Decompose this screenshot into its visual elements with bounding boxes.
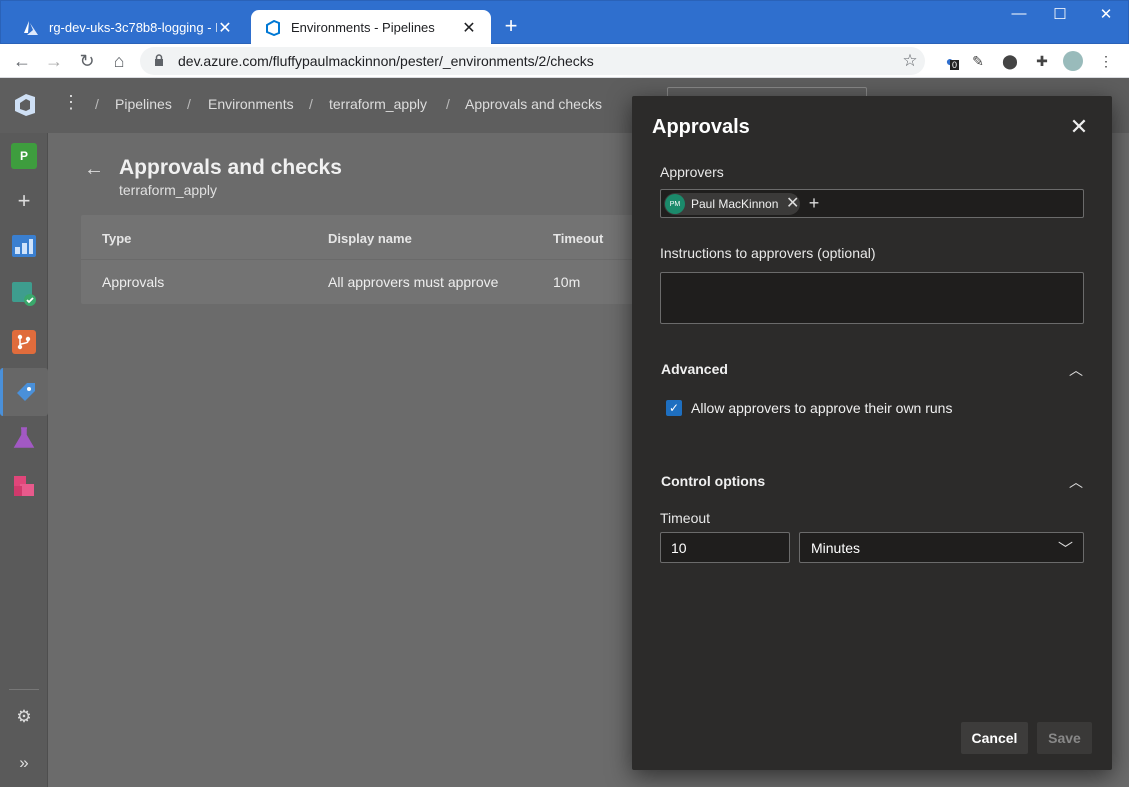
breadcrumb-environments[interactable]: Environments xyxy=(208,96,294,112)
back-icon[interactable]: ← xyxy=(10,49,34,73)
breadcrumb-separator: / xyxy=(187,96,191,112)
extension-icon[interactable]: ●0 xyxy=(938,51,962,71)
gear-icon[interactable]: ⚙ xyxy=(11,704,37,730)
header-divider xyxy=(81,259,681,260)
instructions-label: Instructions to approvers (optional) xyxy=(660,245,876,261)
save-button[interactable]: Save xyxy=(1037,722,1092,754)
cell-type: Approvals xyxy=(102,274,165,290)
timeout-unit-select[interactable]: Minutes ﹀ xyxy=(799,532,1084,563)
azure-portal-icon xyxy=(23,20,39,36)
chevron-down-icon: ﹀ xyxy=(1057,541,1073,558)
reload-icon[interactable]: ↻ xyxy=(75,49,99,73)
pen-extension-icon[interactable]: ✎ xyxy=(968,51,988,71)
azure-devops-icon xyxy=(265,19,281,36)
approver-chip: PM Paul MacKinnon ✕ xyxy=(664,193,800,215)
remove-approver-icon[interactable]: ✕ xyxy=(786,194,799,214)
boards-icon[interactable] xyxy=(11,281,37,307)
test-plans-icon[interactable] xyxy=(11,425,37,451)
page-subtitle: terraform_apply xyxy=(119,182,218,198)
advanced-section-header[interactable]: Advanced xyxy=(661,361,728,377)
approvers-picker[interactable]: PM Paul MacKinnon ✕ + xyxy=(660,189,1084,218)
bookmark-star-icon[interactable]: ☆ xyxy=(895,51,925,71)
chevron-up-icon[interactable]: ︿ xyxy=(1068,472,1084,492)
control-options-section-header[interactable]: Control options xyxy=(661,473,765,489)
new-tab-button[interactable]: + xyxy=(499,14,523,38)
browser-menu-icon[interactable]: ⋮ xyxy=(1096,51,1116,71)
chevron-up-icon[interactable]: ︿ xyxy=(1068,360,1084,380)
instructions-textarea[interactable] xyxy=(660,272,1084,324)
close-window-icon[interactable]: ✕ xyxy=(1091,5,1121,23)
back-arrow-icon[interactable]: ← xyxy=(84,158,104,181)
panel-title: Approvals xyxy=(652,116,750,138)
column-header-timeout[interactable]: Timeout xyxy=(553,231,603,246)
left-navigation-rail: P + ⚙ » xyxy=(0,133,48,787)
tab-title: rg-dev-uks-3c78b8-logging - Mi xyxy=(49,20,217,35)
allow-self-approve-label[interactable]: Allow approvers to approve their own run… xyxy=(691,400,952,416)
lock-icon xyxy=(154,53,168,69)
extension-badge: 0 xyxy=(950,60,960,70)
allow-self-approve-checkbox[interactable]: ✓ xyxy=(666,400,682,416)
expand-rail-icon[interactable]: » xyxy=(11,750,37,776)
close-tab-icon[interactable]: ✕ xyxy=(461,18,477,38)
repos-icon[interactable] xyxy=(11,329,37,355)
breadcrumb-separator: / xyxy=(309,96,313,112)
timeout-input[interactable]: 10 xyxy=(660,532,790,563)
shield-extension-icon[interactable]: ⬤ xyxy=(1000,51,1020,71)
maximize-window-icon[interactable]: ☐ xyxy=(1045,5,1075,23)
add-approver-icon[interactable]: + xyxy=(805,193,823,213)
browser-tab-strip: rg-dev-uks-3c78b8-logging - Mi ✕ Environ… xyxy=(0,0,1129,45)
pipelines-icon[interactable] xyxy=(0,368,48,416)
browser-tab-environments[interactable]: Environments - Pipelines ✕ xyxy=(251,10,491,45)
artifacts-icon[interactable] xyxy=(11,473,37,499)
cell-timeout: 10m xyxy=(553,274,581,290)
breadcrumb-pipelines[interactable]: Pipelines xyxy=(115,96,172,112)
project-avatar[interactable]: P xyxy=(11,143,37,169)
timeout-unit-value: Minutes xyxy=(811,540,861,556)
minimize-window-icon[interactable]: — xyxy=(1004,5,1034,22)
add-icon[interactable]: + xyxy=(11,188,37,214)
azure-devops-logo-icon[interactable] xyxy=(12,92,38,118)
profile-avatar[interactable] xyxy=(1063,51,1083,71)
cancel-button[interactable]: Cancel xyxy=(961,722,1028,754)
avatar: PM xyxy=(665,194,685,214)
home-icon[interactable]: ⌂ xyxy=(107,49,131,73)
column-header-type[interactable]: Type xyxy=(102,231,131,246)
cell-display-name: All approvers must approve xyxy=(328,274,499,290)
column-header-display-name[interactable]: Display name xyxy=(328,231,412,246)
overview-icon[interactable] xyxy=(11,233,37,259)
close-panel-icon[interactable]: ✕ xyxy=(1068,116,1090,138)
address-bar[interactable]: dev.azure.com/fluffypaulmackinnon/pester… xyxy=(140,47,925,75)
browser-toolbar: ← → ↻ ⌂ dev.azure.com/fluffypaulmackinno… xyxy=(0,44,1129,78)
url-text: dev.azure.com/fluffypaulmackinnon/pester… xyxy=(178,53,594,69)
project-initial: P xyxy=(19,149,28,163)
page-title: Approvals and checks xyxy=(119,156,342,179)
approver-name: Paul MacKinnon xyxy=(691,197,779,211)
tab-title: Environments - Pipelines xyxy=(291,20,435,35)
checks-table: Type Display name Timeout Approvals All … xyxy=(81,215,681,304)
breadcrumb-approvals-and-checks[interactable]: Approvals and checks xyxy=(465,96,602,112)
more-options-icon[interactable]: ⋮ xyxy=(62,92,80,113)
close-tab-icon[interactable]: ✕ xyxy=(217,18,233,38)
forward-icon[interactable]: → xyxy=(42,49,66,73)
breadcrumb-separator: / xyxy=(95,96,99,112)
breadcrumb-separator: / xyxy=(446,96,450,112)
timeout-label: Timeout xyxy=(660,510,711,526)
extensions-puzzle-icon[interactable]: ✚ xyxy=(1032,51,1052,71)
browser-tab-logging[interactable]: rg-dev-uks-3c78b8-logging - Mi ✕ xyxy=(9,10,247,45)
breadcrumb-terraform-apply[interactable]: terraform_apply xyxy=(329,96,427,112)
approvals-panel: Approvals ✕ Approvers PM Paul MacKinnon … xyxy=(632,96,1112,770)
rail-divider xyxy=(9,689,39,690)
approvers-label: Approvers xyxy=(660,164,724,180)
